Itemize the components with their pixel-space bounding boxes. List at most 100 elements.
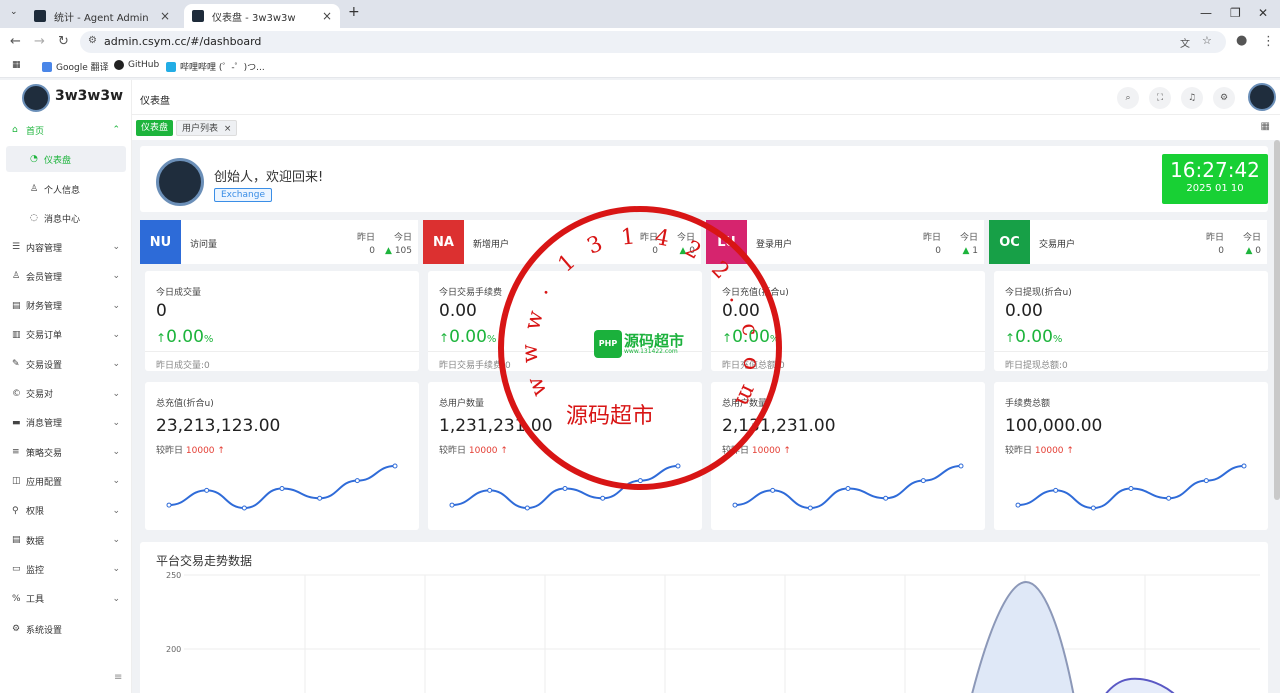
chevron-down-icon: ⌄ xyxy=(112,300,120,311)
reload-icon[interactable]: ↻ xyxy=(58,34,69,49)
stat-today: 今日 ▲ 0 xyxy=(1229,230,1261,256)
restore-icon[interactable]: ❐ xyxy=(1230,6,1241,20)
sidebar-item-4[interactable]: ✎ 交易设置 ⌄ xyxy=(6,351,126,377)
avatar[interactable] xyxy=(1248,83,1276,111)
tag-dashboard[interactable]: 仪表盘 xyxy=(136,120,174,136)
close-tag-icon[interactable]: × xyxy=(224,124,232,134)
message-icon: ◌ xyxy=(30,213,38,223)
compare-label: 较昨日 xyxy=(722,446,750,456)
sparkline-point xyxy=(279,485,285,491)
tag-user-list[interactable]: 用户列表 × xyxy=(176,120,238,136)
divider xyxy=(711,351,985,352)
gear-icon[interactable]: ⚙ xyxy=(1213,87,1235,109)
sidebar-item-6[interactable]: ▬ 消息管理 ⌄ xyxy=(6,410,126,436)
minimize-icon[interactable]: — xyxy=(1200,6,1212,20)
bookmark-label: 哔哩哔哩 (゜-゜)つ... xyxy=(180,63,265,73)
sidebar-item-2[interactable]: ▤ 财务管理 ⌄ xyxy=(6,293,126,319)
sidebar-item-7[interactable]: ≡ 策略交易 ⌄ xyxy=(6,439,126,465)
sidebar-item-label: 权限 xyxy=(26,507,45,518)
forward-icon[interactable]: → xyxy=(34,34,45,49)
up-arrow-icon: ▲ xyxy=(385,246,395,256)
total-value: 100,000.00 xyxy=(1005,416,1103,436)
watermark-stamp-text: 源码超市 xyxy=(566,404,655,429)
up-arrow-icon: ▲ xyxy=(1245,246,1256,256)
bookmark-google-translate[interactable]: Google 翻译 xyxy=(42,60,109,73)
tab-title: 仪表盘 - 3w3w3w xyxy=(212,12,296,24)
sidebar-item-dashboard[interactable]: ◔ 仪表盘 xyxy=(6,146,126,172)
url-box[interactable]: ⚙ admin.csym.cc/#/dashboard 文 ☆ xyxy=(80,31,1226,53)
address-bar: ← → ↻ ⚙ admin.csym.cc/#/dashboard 文 ☆ ● … xyxy=(0,28,1280,56)
close-tab-icon[interactable]: × xyxy=(322,9,332,23)
close-window-icon[interactable]: ✕ xyxy=(1258,6,1268,20)
browser-tab-bar: ⌄ 统计 - Agent Admin × 仪表盘 - 3w3w3w × + — … xyxy=(0,0,1280,28)
browser-tab-1[interactable]: 统计 - Agent Admin × xyxy=(26,4,178,28)
metric-percent-value: 0.00 xyxy=(166,327,204,347)
sidebar-item-messages[interactable]: ◌ 消息中心 xyxy=(6,205,126,231)
sparkline-point xyxy=(449,502,455,508)
site-info-icon[interactable]: ⚙ xyxy=(88,35,97,46)
up-arrow-icon: ↑ xyxy=(439,331,450,345)
sidebar-item-0[interactable]: ☰ 内容管理 ⌄ xyxy=(6,234,126,260)
stat-card: LU 登录用户 昨日 0 今日 ▲ 1 xyxy=(706,220,984,264)
y-tick-250: 250 xyxy=(166,571,181,580)
back-icon[interactable]: ← xyxy=(10,34,21,49)
bell-icon[interactable]: ♫ xyxy=(1181,87,1203,109)
up-arrow-icon: ↑ xyxy=(500,446,508,456)
chevron-down-icon: ⌄ xyxy=(112,593,120,604)
sidebar-item-11[interactable]: ▭ 监控 ⌄ xyxy=(6,556,126,582)
sidebar-item-settings[interactable]: ⚙ 系统设置 xyxy=(6,616,126,642)
profile-icon[interactable]: ● xyxy=(1236,33,1247,48)
sidebar-item-12[interactable]: % 工具 ⌄ xyxy=(6,586,126,612)
apps-icon[interactable]: ▦ xyxy=(12,60,21,70)
browser-tab-2[interactable]: 仪表盘 - 3w3w3w × xyxy=(184,4,340,28)
sparkline-point xyxy=(1203,478,1209,484)
metric-percent-unit: % xyxy=(1052,334,1063,345)
url-text[interactable]: admin.csym.cc/#/dashboard xyxy=(104,35,261,48)
bookmark-label: Google 翻译 xyxy=(56,63,109,73)
metric-percent: ↑0.00% xyxy=(156,327,213,347)
bookmark-bilibili[interactable]: 哔哩哔哩 (゜-゜)つ... xyxy=(166,60,265,73)
fullscreen-icon[interactable]: ⛶ xyxy=(1149,87,1171,109)
close-tab-icon[interactable]: × xyxy=(160,9,170,23)
sidebar-item-8[interactable]: ◫ 应用配置 ⌄ xyxy=(6,468,126,494)
sidebar-item-9[interactable]: ⚲ 权限 ⌄ xyxy=(6,498,126,524)
sidebar-item-5[interactable]: © 交易对 ⌄ xyxy=(6,381,126,407)
metric-footnote: 昨日成交量:0 xyxy=(156,361,210,371)
sidebar-item-10[interactable]: ▤ 数据 ⌄ xyxy=(6,527,126,553)
sparkline-point xyxy=(770,487,776,493)
sidebar-item-label: 交易设置 xyxy=(26,360,63,371)
grid-icon[interactable]: ▦ xyxy=(1261,121,1270,132)
sidebar-item-profile[interactable]: ♙ 个人信息 xyxy=(6,176,126,202)
welcome-card: 创始人，欢迎回来! Exchange 16:27:42 2025 01 10 xyxy=(140,146,1268,212)
stat-yesterday: 昨日 0 xyxy=(1194,230,1224,256)
sidebar-item-3[interactable]: ▥ 交易订单 ⌄ xyxy=(6,322,126,348)
bookmark-github[interactable]: GitHub xyxy=(114,60,159,70)
new-tab-button[interactable]: + xyxy=(348,4,360,20)
tab-favicon-icon xyxy=(34,10,46,22)
sidebar-item-label: 财务管理 xyxy=(26,302,63,313)
tab-list-icon[interactable]: ⌄ xyxy=(10,7,18,17)
sidebar-item-label: 个人信息 xyxy=(44,185,81,196)
stat-yesterday-label: 昨日 xyxy=(356,233,375,243)
divider xyxy=(994,351,1268,352)
dashboard-icon: ◔ xyxy=(30,154,38,164)
metric-percent-unit: % xyxy=(203,334,214,345)
metric-footnote: 昨日提现总额:0 xyxy=(1005,361,1068,371)
scrollbar[interactable] xyxy=(1274,140,1280,500)
search-icon[interactable]: ⌕ xyxy=(1117,87,1139,109)
translate-icon[interactable]: 文 xyxy=(1180,35,1190,50)
collapse-sidebar-icon[interactable]: ≡ xyxy=(114,672,122,683)
user-icon: ♙ xyxy=(12,271,21,282)
sidebar-item-home[interactable]: ⌂ 首页 ⌃ xyxy=(6,117,126,143)
up-arrow-icon: ▲ xyxy=(962,246,973,256)
trend-chart-card: 平台交易走势数据 250 200 xyxy=(140,542,1268,693)
stat-today-value: 0 xyxy=(1255,246,1261,256)
sidebar-item-1[interactable]: ♙ 会员管理 ⌄ xyxy=(6,263,126,289)
bookmarks-bar: ▦ Google 翻译 GitHub 哔哩哔哩 (゜-゜)つ... xyxy=(0,56,1280,78)
sparkline-chart xyxy=(732,463,964,511)
stat-yesterday: 昨日 0 xyxy=(345,230,375,256)
menu-icon[interactable]: ⋮ xyxy=(1262,34,1275,49)
bookmark-star-icon[interactable]: ☆ xyxy=(1202,34,1212,47)
sparkline-chart xyxy=(1015,463,1247,511)
compare-value: 10000 xyxy=(185,446,215,456)
